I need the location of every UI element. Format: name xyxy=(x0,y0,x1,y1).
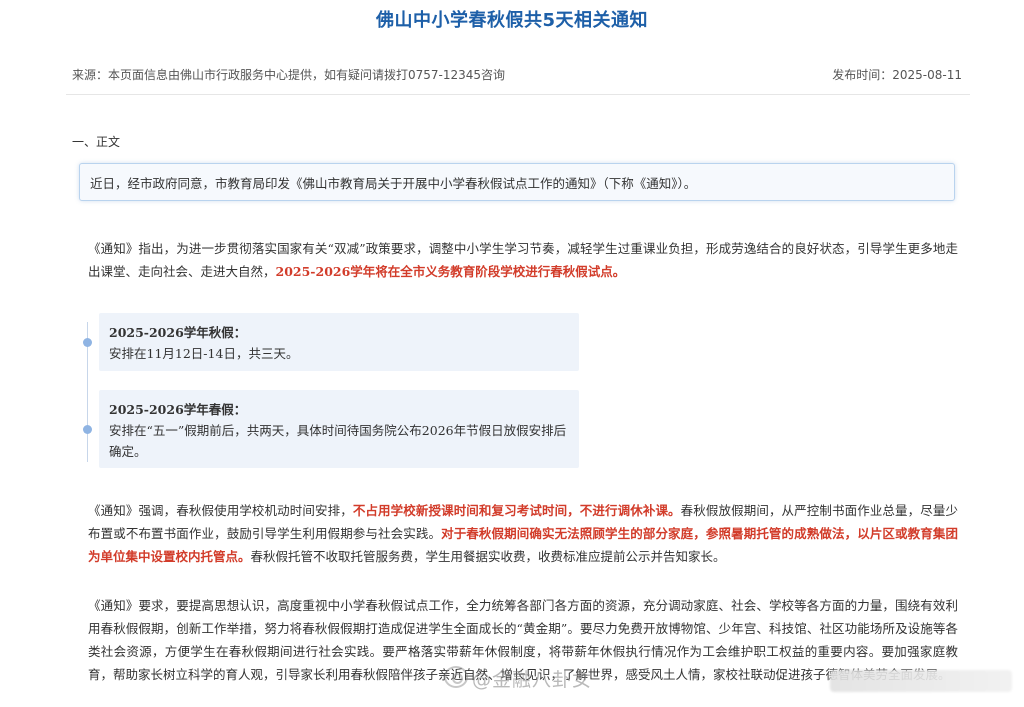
timeline-dot-icon xyxy=(83,338,92,347)
divider xyxy=(66,94,970,95)
spring-text: 安排在“五一”假期前后，共两天，具体时间待国务院公布2026年节假日放假安排后确… xyxy=(109,423,567,459)
autumn-text: 安排在11月12日-14日，共三天。 xyxy=(109,346,299,361)
meta-bar: 来源：本页面信息由佛山市行政服务中心提供，如有疑问请拨打0757-12345咨询… xyxy=(72,66,962,88)
timeline-card-spring: 2025-2026学年春假： 安排在“五一”假期前后，共两天，具体时间待国务院公… xyxy=(99,390,579,468)
autumn-label: 2025-2026学年秋假： xyxy=(109,325,247,340)
blurred-region xyxy=(830,670,1012,692)
paragraph-2-e: 春秋假托管不收取托管服务费，学生用餐据实收费，收费标准应提前公示并告知家长。 xyxy=(250,549,726,564)
paragraph-2: 《通知》强调，春秋假使用学校机动时间安排，不占用学校新授课时间和复习考试时间，不… xyxy=(88,499,958,568)
timeline-dot-icon xyxy=(83,425,92,434)
intro-text: 近日，经市政府同意，市教育局印发《佛山市教育局关于开展中小学春秋假试点工作的通知… xyxy=(90,176,697,191)
weibo-logo-icon xyxy=(444,666,468,688)
paragraph-1: 《通知》指出，为进一步贯彻落实国家有关“双减”政策要求，调整中小学生学习节奏，减… xyxy=(88,237,958,283)
watermark: @金融八卦女 xyxy=(472,669,593,691)
page-title: 佛山中小学春秋假共5天相关通知 xyxy=(375,10,649,31)
spring-label: 2025-2026学年春假： xyxy=(109,402,247,417)
publish-date: 发布时间：2025-08-11 xyxy=(832,68,962,82)
intro-box: 近日，经市政府同意，市教育局印发《佛山市教育局关于开展中小学春秋假试点工作的通知… xyxy=(79,163,955,201)
source-text: 来源：本页面信息由佛山市行政服务中心提供，如有疑问请拨打0757-12345咨询 xyxy=(72,68,506,82)
timeline-card-autumn: 2025-2026学年秋假： 安排在11月12日-14日，共三天。 xyxy=(99,313,579,371)
paragraph-2-a: 《通知》强调，春秋假使用学校机动时间安排， xyxy=(88,503,353,518)
paragraph-1-highlight: 2025-2026学年将在全市义务教育阶段学校进行春秋假试点。 xyxy=(275,264,626,279)
section-heading: 一、正文 xyxy=(72,135,121,149)
paragraph-2-b: 不占用学校新授课时间和复习考试时间，不进行调休补课。 xyxy=(352,503,681,518)
